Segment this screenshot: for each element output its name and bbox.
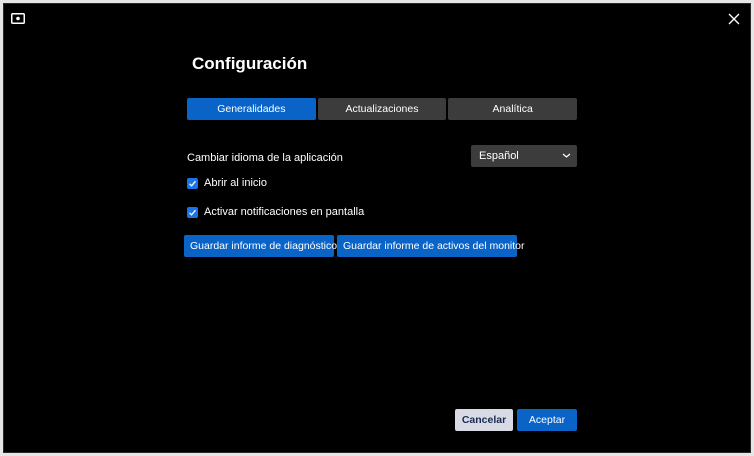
check-icon bbox=[189, 209, 196, 216]
close-icon[interactable] bbox=[726, 11, 742, 27]
accept-button[interactable]: Aceptar bbox=[517, 409, 577, 431]
cancel-button[interactable]: Cancelar bbox=[455, 409, 513, 431]
notifications-checkbox[interactable] bbox=[187, 206, 198, 218]
page-title: Configuración bbox=[192, 54, 308, 73]
option-notifications: Activar notificaciones en pantalla bbox=[187, 206, 364, 218]
option-open-at-start: Abrir al inicio bbox=[187, 177, 267, 189]
language-select[interactable]: Español bbox=[471, 145, 577, 167]
tab-actualizaciones[interactable]: Actualizaciones bbox=[317, 98, 447, 120]
check-icon bbox=[189, 180, 196, 187]
chevron-down-icon bbox=[562, 153, 571, 158]
notifications-label: Activar notificaciones en pantalla bbox=[204, 206, 365, 218]
open-at-start-checkbox[interactable] bbox=[187, 177, 198, 189]
tab-bar: Generalidades Actualizaciones Analítica bbox=[187, 98, 578, 120]
monitor-icon bbox=[11, 13, 25, 24]
tab-generalidades[interactable]: Generalidades bbox=[187, 98, 316, 120]
language-selected-value: Español bbox=[479, 150, 519, 162]
settings-window: Configuración Generalidades Actualizacio… bbox=[3, 3, 751, 453]
save-diagnostic-button[interactable]: Guardar informe de diagnóstico bbox=[184, 235, 337, 257]
save-assets-report-button[interactable]: Guardar informe de activos del monitor bbox=[337, 235, 525, 257]
open-at-start-label: Abrir al inicio bbox=[204, 177, 267, 189]
tab-analitica[interactable]: Analítica bbox=[448, 98, 578, 120]
language-label: Cambiar idioma de la aplicación bbox=[187, 152, 343, 164]
